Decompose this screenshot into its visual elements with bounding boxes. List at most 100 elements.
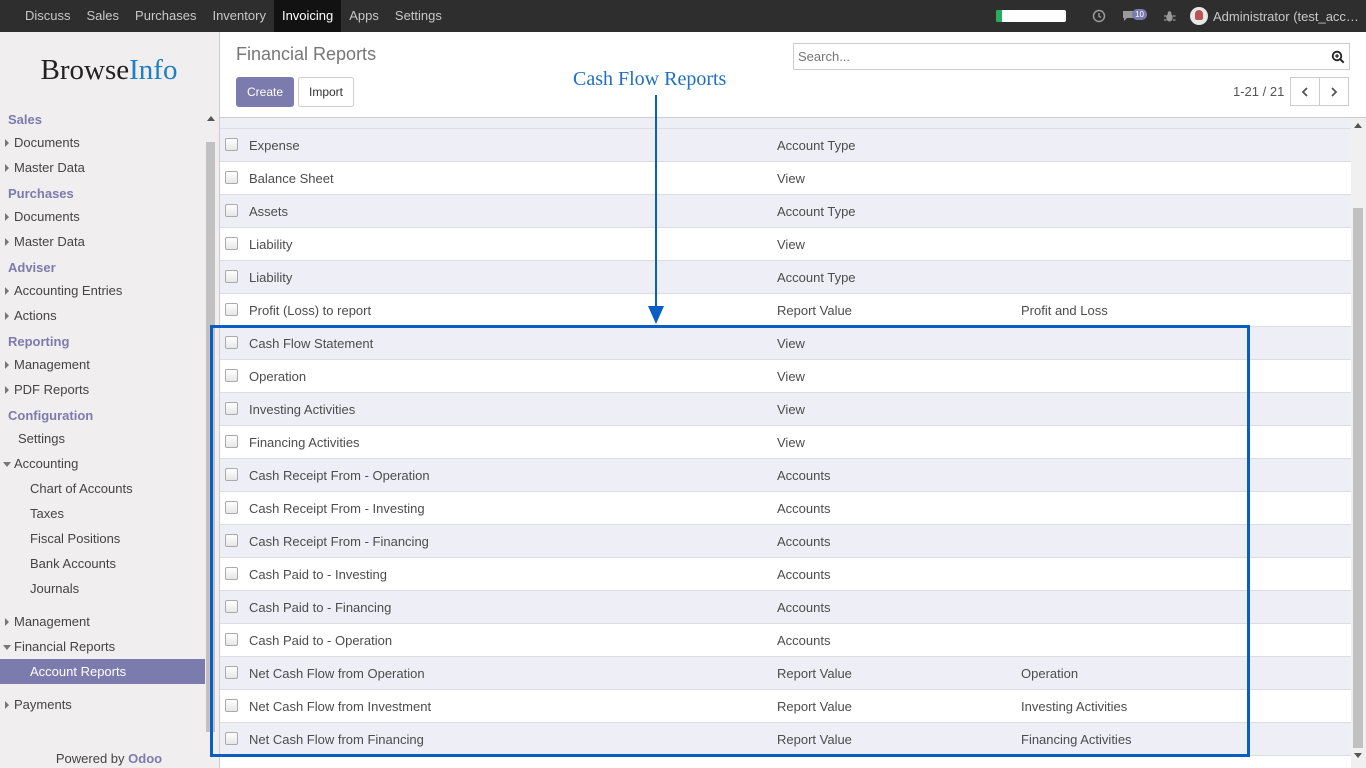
sidebar-item-master-data[interactable]: Master Data <box>0 155 205 180</box>
row-checkbox[interactable] <box>225 270 238 283</box>
table-row[interactable]: Cash Paid to - Operation Accounts <box>220 624 1351 657</box>
table-row[interactable]: Net Cash Flow from Financing Report Value… <box>220 723 1351 756</box>
sidebar-item-management[interactable]: Management <box>0 352 205 377</box>
control-panel: Financial Reports Create Import 1-21 / 2… <box>220 32 1366 118</box>
sidebar-item-documents[interactable]: Documents <box>0 130 205 155</box>
row-checkbox[interactable] <box>225 501 238 514</box>
company-logo[interactable]: BrowseInfo <box>0 54 218 87</box>
search-icon[interactable] <box>1331 50 1345 64</box>
progress-fill <box>996 10 1002 22</box>
search-box <box>793 43 1350 70</box>
table-row[interactable]: Cash Flow Statement View <box>220 327 1351 360</box>
user-name: Administrator (test_acc… <box>1213 8 1359 24</box>
menu-item-purchases[interactable]: Purchases <box>127 0 204 32</box>
user-menu[interactable]: Administrator (test_acc… <box>1190 7 1366 25</box>
sidebar-item-chart-of-accounts[interactable]: Chart of Accounts <box>0 476 205 501</box>
clock-icon[interactable] <box>1092 9 1106 23</box>
table-row[interactable]: Net Cash Flow from Operation Report Value… <box>220 657 1351 690</box>
table-row[interactable]: Cash Paid to - Financing Accounts <box>220 591 1351 624</box>
table-row[interactable]: Expense Account Type <box>220 129 1351 162</box>
row-checkbox[interactable] <box>225 204 238 217</box>
list-scrollbar[interactable] <box>1351 118 1366 768</box>
bug-icon[interactable] <box>1163 10 1176 23</box>
row-checkbox[interactable] <box>225 534 238 547</box>
row-checkbox[interactable] <box>225 402 238 415</box>
sidebar-item-account-reports[interactable]: Account Reports <box>0 659 205 684</box>
row-checkbox[interactable] <box>225 600 238 613</box>
pager-previous-button[interactable] <box>1290 77 1320 106</box>
row-checkbox[interactable] <box>225 336 238 349</box>
caret-right-icon <box>5 312 9 320</box>
row-checkbox[interactable] <box>225 468 238 481</box>
row-checkbox[interactable] <box>225 699 238 712</box>
row-checkbox[interactable] <box>225 633 238 646</box>
table-row[interactable]: Balance Sheet View <box>220 162 1351 195</box>
sidebar-item-management[interactable]: Management <box>0 609 205 634</box>
sidebar-item-financial-reports[interactable]: Financial Reports <box>0 634 205 659</box>
row-checkbox[interactable] <box>225 138 238 151</box>
pager-next-button[interactable] <box>1319 77 1349 106</box>
sidebar: BrowseInfo Sales Documents Master Data Purc… <box>0 32 220 768</box>
sidebar-item-label: Bank Accounts <box>30 556 116 571</box>
table-row[interactable]: Cash Receipt From - Investing Accounts <box>220 492 1351 525</box>
row-checkbox[interactable] <box>225 732 238 745</box>
sidebar-item-label: Master Data <box>14 160 85 175</box>
table-row[interactable]: Operation View <box>220 360 1351 393</box>
row-checkbox[interactable] <box>225 303 238 316</box>
table-row[interactable]: Cash Receipt From - Operation Accounts <box>220 459 1351 492</box>
scrollbar-thumb[interactable] <box>206 142 215 732</box>
table-row[interactable]: Investing Activities View <box>220 393 1351 426</box>
menu-item-sales[interactable]: Sales <box>79 0 128 32</box>
cell-name: Cash Receipt From - Operation <box>249 468 430 483</box>
table-row[interactable]: Net Cash Flow from Investment Report Valu… <box>220 690 1351 723</box>
import-button[interactable]: Import <box>298 77 355 107</box>
menu-item-settings[interactable]: Settings <box>387 0 450 32</box>
sidebar-scrollbar[interactable] <box>205 112 217 732</box>
table-row[interactable]: Cash Receipt From - Financing Accounts <box>220 525 1351 558</box>
scrollbar-thumb[interactable] <box>1353 208 1363 748</box>
row-checkbox[interactable] <box>225 171 238 184</box>
search-input[interactable] <box>794 44 1314 69</box>
sidebar-item-actions[interactable]: Actions <box>0 303 205 328</box>
pager-value[interactable]: 1-21 / 21 <box>1233 84 1284 99</box>
table-row[interactable]: Financing Activities View <box>220 426 1351 459</box>
scroll-up-arrow-icon[interactable] <box>1354 123 1362 128</box>
messages-icon[interactable]: 10 <box>1122 8 1147 22</box>
sidebar-menu: Sales Documents Master Data Purchases Docume… <box>0 110 205 717</box>
table-row[interactable]: Cash Paid to - Investing Accounts <box>220 558 1351 591</box>
sidebar-item-bank-accounts[interactable]: Bank Accounts <box>0 551 205 576</box>
sidebar-item-accounting-entries[interactable]: Accounting Entries <box>0 278 205 303</box>
row-checkbox[interactable] <box>225 435 238 448</box>
table-row[interactable]: Assets Account Type <box>220 195 1351 228</box>
menu-item-discuss[interactable]: Discuss <box>17 0 79 32</box>
create-button[interactable]: Create <box>236 77 295 107</box>
menu-item-apps[interactable]: Apps <box>341 0 387 32</box>
cell-type: Accounts <box>777 534 831 549</box>
odoo-link[interactable]: Odoo <box>128 751 162 766</box>
sidebar-item-label: Journals <box>30 581 80 596</box>
sidebar-item-journals[interactable]: Journals <box>0 576 205 601</box>
sidebar-item-label: PDF Reports <box>14 382 90 397</box>
sidebar-item-accounting[interactable]: Accounting <box>0 451 205 476</box>
onboarding-progress-bar[interactable] <box>996 10 1067 22</box>
menu-item-invoicing[interactable]: Invoicing <box>273 0 342 32</box>
sidebar-section-reporting: Reporting <box>8 334 70 349</box>
sidebar-item-documents[interactable]: Documents <box>0 204 205 229</box>
scroll-up-arrow-icon[interactable] <box>207 116 215 121</box>
row-checkbox[interactable] <box>225 666 238 679</box>
table-row[interactable]: Liability View <box>220 228 1351 261</box>
sidebar-item-pdf-reports[interactable]: PDF Reports <box>0 377 205 402</box>
sidebar-item-settings[interactable]: Settings <box>0 426 205 451</box>
table-row-partial <box>220 118 1351 129</box>
table-row[interactable]: Liability Account Type <box>220 261 1351 294</box>
sidebar-item-fiscal-positions[interactable]: Fiscal Positions <box>0 526 205 551</box>
row-checkbox[interactable] <box>225 237 238 250</box>
row-checkbox[interactable] <box>225 369 238 382</box>
sidebar-item-payments[interactable]: Payments <box>0 692 205 717</box>
menu-item-inventory[interactable]: Inventory <box>204 0 273 32</box>
row-checkbox[interactable] <box>225 567 238 580</box>
scroll-down-arrow-icon[interactable] <box>1354 753 1362 758</box>
sidebar-item-taxes[interactable]: Taxes <box>0 501 205 526</box>
table-row[interactable]: Profit (Loss) to report Report Value Profi… <box>220 294 1351 327</box>
sidebar-item-master-data[interactable]: Master Data <box>0 229 205 254</box>
